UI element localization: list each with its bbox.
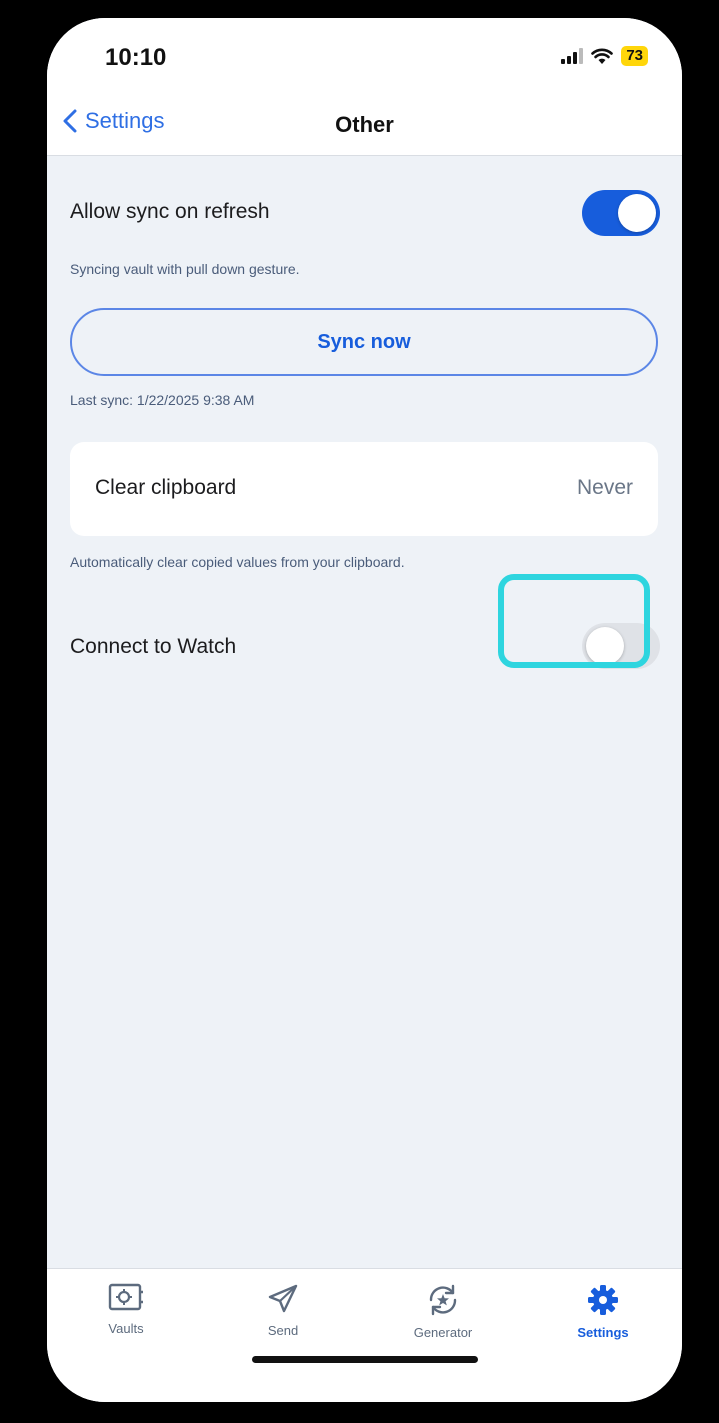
sync-now-button[interactable]: Sync now	[70, 308, 658, 376]
wifi-icon	[591, 48, 614, 64]
phone-screen: 10:10 73 Settings Other Allow sync on re…	[47, 18, 682, 1402]
allow-sync-toggle[interactable]	[582, 190, 660, 236]
tab-generator[interactable]: Generator	[383, 1283, 503, 1340]
clear-clipboard-helper: Automatically clear copied values from y…	[70, 554, 405, 570]
clear-clipboard-label: Clear clipboard	[95, 476, 237, 499]
sync-now-label: Sync now	[317, 330, 411, 353]
toggle-knob	[618, 194, 656, 232]
status-icons: 73	[561, 46, 648, 66]
home-indicator	[252, 1356, 478, 1363]
allow-sync-helper: Syncing vault with pull down gesture.	[70, 261, 300, 277]
clear-clipboard-row[interactable]: Clear clipboard Never	[70, 442, 658, 536]
clear-clipboard-value: Never	[576, 476, 633, 499]
tab-label: Settings	[577, 1325, 629, 1340]
highlight-box	[498, 574, 650, 668]
tab-settings[interactable]: Settings	[543, 1283, 663, 1340]
cellular-signal-icon	[561, 48, 584, 64]
status-time: 10:10	[105, 44, 167, 71]
vault-icon	[108, 1283, 143, 1311]
status-bar: 10:10 73	[47, 18, 682, 98]
last-sync-text: Last sync: 1/22/2025 9:38 AM	[70, 392, 255, 408]
connect-watch-label: Connect to Watch	[70, 635, 237, 658]
tab-send[interactable]: Send	[223, 1283, 343, 1338]
tab-label: Send	[267, 1323, 299, 1338]
gear-icon	[588, 1285, 618, 1315]
tab-bar: Vaults Send Generator Settings	[47, 1268, 682, 1402]
generator-icon	[429, 1284, 457, 1316]
navigation-bar: Settings Other	[47, 98, 682, 156]
battery-indicator: 73	[621, 46, 648, 66]
tab-label: Vaults	[108, 1321, 144, 1336]
tab-label: Generator	[413, 1325, 473, 1340]
send-icon	[268, 1284, 298, 1313]
page-title: Other	[335, 112, 394, 137]
allow-sync-label: Allow sync on refresh	[70, 200, 270, 223]
tab-vaults[interactable]: Vaults	[66, 1283, 186, 1336]
